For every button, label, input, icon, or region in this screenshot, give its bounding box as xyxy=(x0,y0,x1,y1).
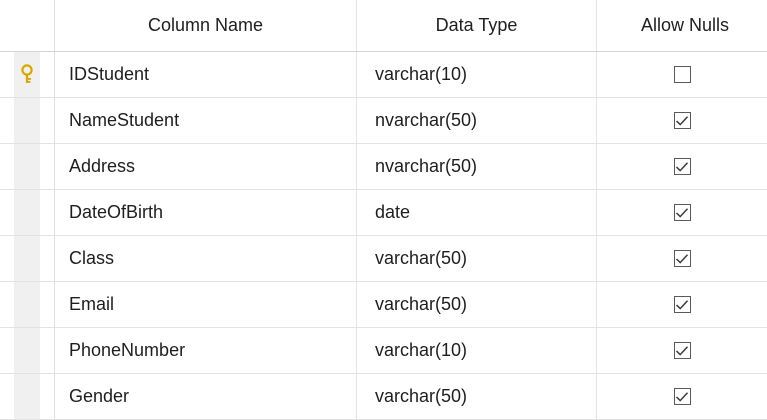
header-row-selector xyxy=(0,0,55,51)
column-name-cell[interactable]: NameStudent xyxy=(55,98,357,143)
table-row[interactable]: PhoneNumber varchar(10) xyxy=(0,328,767,374)
key-icon xyxy=(21,64,33,83)
row-selector[interactable] xyxy=(0,374,55,419)
row-selector-bar xyxy=(14,190,40,235)
allow-nulls-checkbox[interactable] xyxy=(673,158,691,175)
allow-nulls-checkbox[interactable] xyxy=(673,112,691,129)
row-selector-bar xyxy=(14,328,40,373)
table-row[interactable]: IDStudent varchar(10) xyxy=(0,52,767,98)
row-selector-bar xyxy=(14,144,40,189)
checkbox-checked-icon xyxy=(675,253,689,264)
allow-nulls-checkbox[interactable] xyxy=(673,388,691,405)
column-name-cell[interactable]: IDStudent xyxy=(55,52,357,97)
table-row[interactable]: Address nvarchar(50) xyxy=(0,144,767,190)
allow-nulls-checkbox[interactable] xyxy=(673,296,691,313)
checkbox-checked-icon xyxy=(675,207,689,218)
allow-nulls-checkbox[interactable] xyxy=(673,342,691,359)
table-row[interactable]: Class varchar(50) xyxy=(0,236,767,282)
grid-header: Column Name Data Type Allow Nulls xyxy=(0,0,767,52)
table-row[interactable]: Gender varchar(50) xyxy=(0,374,767,420)
allow-nulls-cell xyxy=(597,144,767,189)
row-selector[interactable] xyxy=(0,236,55,281)
table-row[interactable]: Email varchar(50) xyxy=(0,282,767,328)
row-selector-bar xyxy=(14,282,40,327)
row-selector[interactable] xyxy=(0,52,55,97)
allow-nulls-cell xyxy=(597,236,767,281)
checkbox-checked-icon xyxy=(675,161,689,172)
column-name-cell[interactable]: Address xyxy=(55,144,357,189)
table-row[interactable]: DateOfBirth date xyxy=(0,190,767,236)
allow-nulls-checkbox[interactable] xyxy=(673,204,691,221)
allow-nulls-header[interactable]: Allow Nulls xyxy=(597,0,767,51)
data-type-cell[interactable]: varchar(10) xyxy=(357,328,597,373)
column-name-cell[interactable]: PhoneNumber xyxy=(55,328,357,373)
column-name-cell[interactable]: DateOfBirth xyxy=(55,190,357,235)
allow-nulls-cell xyxy=(597,98,767,143)
allow-nulls-cell xyxy=(597,52,767,97)
column-name-cell[interactable]: Email xyxy=(55,282,357,327)
data-type-cell[interactable]: date xyxy=(357,190,597,235)
row-selector-bar xyxy=(14,236,40,281)
allow-nulls-checkbox[interactable] xyxy=(673,250,691,267)
allow-nulls-cell xyxy=(597,190,767,235)
column-name-header[interactable]: Column Name xyxy=(55,0,357,51)
data-type-cell[interactable]: varchar(10) xyxy=(357,52,597,97)
table-row[interactable]: NameStudent nvarchar(50) xyxy=(0,98,767,144)
allow-nulls-cell xyxy=(597,328,767,373)
row-selector-bar xyxy=(14,98,40,143)
checkbox-checked-icon xyxy=(675,115,689,126)
checkbox-checked-icon xyxy=(675,299,689,310)
data-type-header[interactable]: Data Type xyxy=(357,0,597,51)
data-type-cell[interactable]: nvarchar(50) xyxy=(357,98,597,143)
data-type-cell[interactable]: varchar(50) xyxy=(357,282,597,327)
data-type-cell[interactable]: nvarchar(50) xyxy=(357,144,597,189)
allow-nulls-checkbox[interactable] xyxy=(673,66,691,83)
row-selector[interactable] xyxy=(0,190,55,235)
table-designer-grid: Column Name Data Type Allow Nulls IDStud… xyxy=(0,0,767,420)
data-type-cell[interactable]: varchar(50) xyxy=(357,374,597,419)
allow-nulls-cell xyxy=(597,374,767,419)
row-selector[interactable] xyxy=(0,328,55,373)
checkbox-checked-icon xyxy=(675,345,689,356)
column-name-cell[interactable]: Gender xyxy=(55,374,357,419)
row-selector[interactable] xyxy=(0,144,55,189)
data-type-cell[interactable]: varchar(50) xyxy=(357,236,597,281)
column-name-cell[interactable]: Class xyxy=(55,236,357,281)
row-selector[interactable] xyxy=(0,282,55,327)
checkbox-checked-icon xyxy=(675,391,689,402)
row-selector[interactable] xyxy=(0,98,55,143)
row-selector-bar xyxy=(14,374,40,419)
allow-nulls-cell xyxy=(597,282,767,327)
